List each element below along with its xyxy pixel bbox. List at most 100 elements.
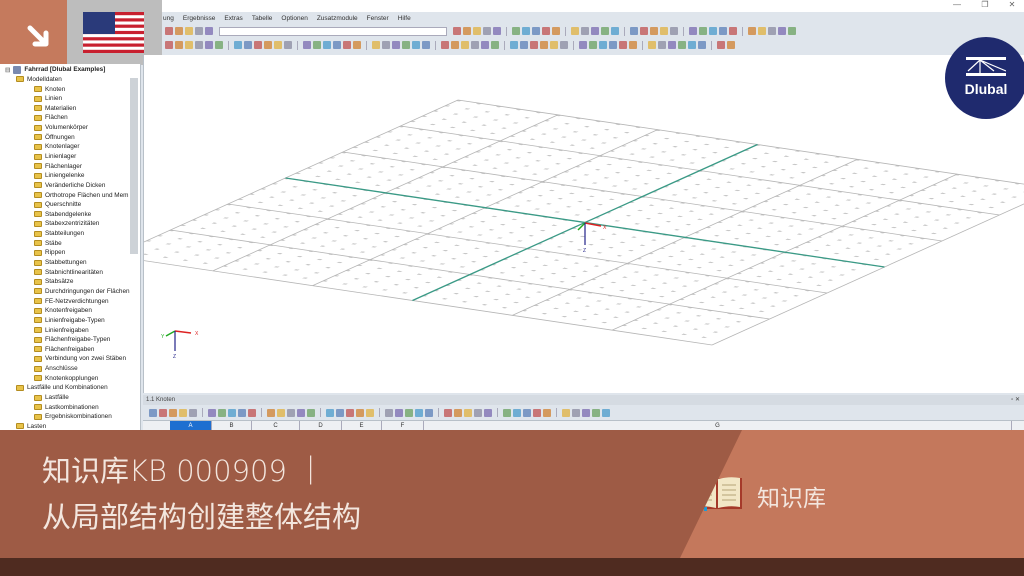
toolbar-button-icon[interactable]: [579, 41, 587, 49]
toolbar-button-icon[interactable]: [244, 41, 252, 49]
toolbar-button-icon[interactable]: [678, 41, 686, 49]
toolbar-button-icon[interactable]: [670, 27, 678, 35]
menu-fenster[interactable]: Fenster: [367, 15, 389, 22]
tree-item[interactable]: Lastfälle: [34, 393, 69, 403]
tree-item[interactable]: Knotenfreigaben: [34, 306, 92, 316]
toolbar-button-icon[interactable]: [402, 41, 410, 49]
tree-item[interactable]: FE-Netzverdichtungen: [34, 296, 109, 306]
toolbar-button-icon[interactable]: [748, 27, 756, 35]
toolbar-button-icon[interactable]: [717, 41, 725, 49]
toolbar-button-icon[interactable]: [228, 408, 236, 417]
toolbar-button-icon[interactable]: [205, 41, 213, 49]
toolbar-button-icon[interactable]: [297, 408, 305, 417]
toolbar-button-icon[interactable]: [473, 27, 481, 35]
tree-item[interactable]: Liniengelenke: [34, 171, 84, 181]
tree-item[interactable]: Volumenkörper: [34, 123, 88, 133]
tree-item[interactable]: Flächenfreigaben: [34, 345, 94, 355]
toolbar-button-icon[interactable]: [366, 408, 374, 417]
toolbar-button-icon[interactable]: [503, 408, 511, 417]
panel-controls[interactable]: ▫ ✕: [1011, 395, 1020, 405]
tree-item[interactable]: Linienlager: [34, 152, 76, 162]
toolbar-button-icon[interactable]: [512, 27, 520, 35]
tree-item[interactable]: Lastfälle und Kombinationen: [16, 383, 108, 393]
toolbar-button-icon[interactable]: [323, 41, 331, 49]
tree-item[interactable]: Verbindung von zwei Stäben: [34, 354, 126, 364]
toolbar-button-icon[interactable]: [698, 41, 706, 49]
toolbar-button-icon[interactable]: [560, 41, 568, 49]
toolbar-button-icon[interactable]: [218, 408, 226, 417]
toolbar-button-icon[interactable]: [248, 408, 256, 417]
toolbar-button-icon[interactable]: [648, 41, 656, 49]
toolbar-button-icon[interactable]: [532, 27, 540, 35]
toolbar-button-icon[interactable]: [169, 408, 177, 417]
toolbar-button-icon[interactable]: [640, 27, 648, 35]
toolbar-button-icon[interactable]: [254, 41, 262, 49]
toolbar-button-icon[interactable]: [520, 41, 528, 49]
tree-item[interactable]: Stabendgelenke: [34, 210, 91, 220]
toolbar-button-icon[interactable]: [572, 408, 580, 417]
toolbar-button-icon[interactable]: [307, 408, 315, 417]
tree-item[interactable]: Flächenlager: [34, 161, 82, 171]
toolbar-button-icon[interactable]: [540, 41, 548, 49]
toolbar-button-icon[interactable]: [415, 408, 423, 417]
link-arrow-tile[interactable]: [0, 0, 67, 64]
toolbar-button-icon[interactable]: [768, 27, 776, 35]
tree-item[interactable]: Knotenlager: [34, 142, 79, 152]
tree-item[interactable]: Durchdringungen der Flächen: [34, 287, 130, 297]
toolbar-button-icon[interactable]: [658, 41, 666, 49]
toolbar-button-icon[interactable]: [277, 408, 285, 417]
toolbar-button-icon[interactable]: [441, 41, 449, 49]
tree-item[interactable]: Querschnitte: [34, 200, 81, 210]
toolbar-button-icon[interactable]: [149, 408, 157, 417]
toolbar-button-icon[interactable]: [601, 27, 609, 35]
toolbar-button-icon[interactable]: [422, 41, 430, 49]
toolbar-button-icon[interactable]: [451, 41, 459, 49]
toolbar-button-icon[interactable]: [461, 41, 469, 49]
toolbar-button-icon[interactable]: [333, 41, 341, 49]
toolbar-button-icon[interactable]: [562, 408, 570, 417]
toolbar-button-icon[interactable]: [175, 41, 183, 49]
tree-item[interactable]: Flächen: [34, 113, 68, 123]
toolbar-button-icon[interactable]: [689, 27, 697, 35]
maximize-button[interactable]: ❐: [975, 0, 995, 9]
tree-item[interactable]: Rippen: [34, 248, 65, 258]
toolbar-button-icon[interactable]: [543, 408, 551, 417]
tree-item[interactable]: Lasten: [16, 422, 46, 430]
toolbar-button-icon[interactable]: [159, 408, 167, 417]
toolbar-button-icon[interactable]: [510, 41, 518, 49]
toolbar-button-icon[interactable]: [591, 27, 599, 35]
toolbar-button-icon[interactable]: [668, 41, 676, 49]
toolbar-button-icon[interactable]: [392, 41, 400, 49]
tree-item[interactable]: Flächenfreigabe-Typen: [34, 335, 110, 345]
toolbar-button-icon[interactable]: [484, 408, 492, 417]
toolbar-button-icon[interactable]: [405, 408, 413, 417]
toolbar-button-icon[interactable]: [688, 41, 696, 49]
toolbar-button-icon[interactable]: [267, 408, 275, 417]
toolbar-button-icon[interactable]: [550, 41, 558, 49]
toolbar-button-icon[interactable]: [629, 41, 637, 49]
tree-item[interactable]: Orthotrope Flächen und Mem: [34, 190, 128, 200]
toolbar-button-icon[interactable]: [165, 41, 173, 49]
toolbar-button-icon[interactable]: [284, 41, 292, 49]
category-label[interactable]: 知识库: [757, 479, 826, 513]
toolbar-button-icon[interactable]: [481, 41, 489, 49]
toolbar-button-icon[interactable]: [727, 41, 735, 49]
tree-item[interactable]: Stabbettungen: [34, 258, 87, 268]
tree-item[interactable]: Anschlüsse: [34, 364, 78, 374]
toolbar-button-icon[interactable]: [425, 408, 433, 417]
toolbar-button-icon[interactable]: [542, 27, 550, 35]
toolbar-button-icon[interactable]: [353, 41, 361, 49]
minimize-button[interactable]: —: [947, 0, 967, 9]
toolbar-button-icon[interactable]: [699, 27, 707, 35]
toolbar-button-icon[interactable]: [356, 408, 364, 417]
toolbar-button-icon[interactable]: [729, 27, 737, 35]
toolbar-button-icon[interactable]: [533, 408, 541, 417]
menu-optionen[interactable]: Optionen: [281, 15, 307, 22]
tree-item[interactable]: Modelldaten: [16, 75, 62, 85]
tree-item[interactable]: Ergebniskombinationen: [34, 412, 112, 422]
toolbar-button-icon[interactable]: [346, 408, 354, 417]
toolbar-button-icon[interactable]: [630, 27, 638, 35]
toolbar-button-icon[interactable]: [602, 408, 610, 417]
toolbar-button-icon[interactable]: [552, 27, 560, 35]
toolbar-button-icon[interactable]: [205, 27, 213, 35]
